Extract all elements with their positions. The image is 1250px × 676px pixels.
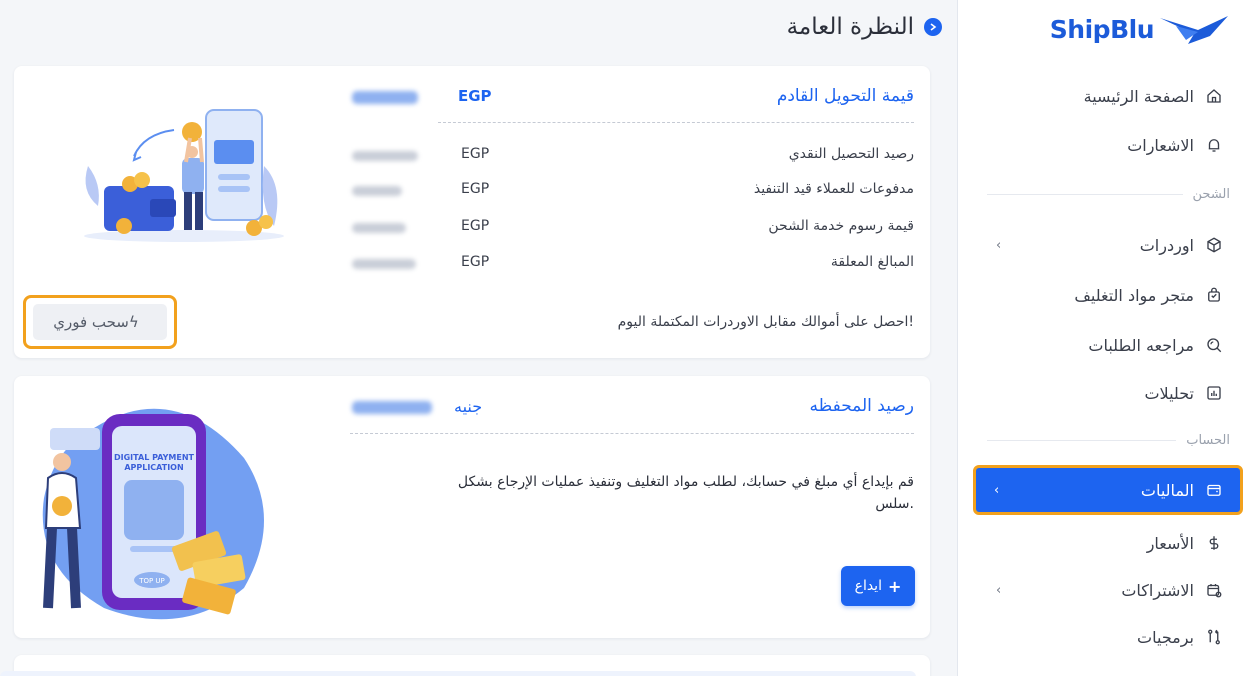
divider	[987, 440, 1177, 441]
row-value	[352, 151, 418, 161]
instant-withdraw-hint: احصل على أموالك مقابل الاوردرات المكتملة…	[617, 314, 914, 330]
row-label: مدفوعات للعملاء قيد التنفيذ	[753, 181, 914, 197]
row-currency: EGP	[461, 218, 490, 234]
card-title: رصيد المحفظه	[809, 396, 914, 416]
section-account: الحساب	[987, 433, 1230, 448]
wallet-illustration: DIGITAL PAYMENT APPLICATION TOP UP	[42, 408, 264, 620]
sidebar-item-label: الماليات	[1140, 480, 1194, 500]
sidebar-item-label: برمجيات	[1137, 627, 1194, 647]
phone-text: APPLICATION	[124, 463, 183, 472]
home-icon	[1204, 86, 1224, 106]
wallet-balance-card: رصيد المحفظه جنيه قم بإيداع أي مبلغ في ح…	[14, 376, 930, 638]
search-review-icon	[1204, 335, 1224, 355]
divider	[438, 122, 914, 123]
instant-withdraw-button[interactable]: ϟ سحب فوري	[23, 295, 177, 349]
cash-illustration	[84, 109, 284, 242]
divider	[987, 194, 1183, 195]
calendar-icon	[1204, 580, 1224, 600]
sidebar-item-label: متجر مواد التغليف	[1074, 285, 1194, 305]
row-label: قيمة رسوم خدمة الشحن	[768, 218, 914, 234]
collapse-sidebar-button[interactable]	[924, 18, 942, 36]
sidebar-item-home[interactable]: الصفحة الرئيسية	[978, 76, 1238, 116]
chevron-left-icon: ‹	[996, 582, 1002, 598]
top-up-label: TOP UP	[138, 577, 165, 585]
sidebar-item-label: الاشعارات	[1127, 135, 1194, 155]
page-title: النظرة العامة	[786, 14, 914, 40]
lightning-icon: ϟ	[128, 313, 139, 331]
row-currency: EGP	[461, 254, 490, 270]
sidebar: ShipBlu الصفحة الرئيسية الاشعارات الشحن …	[957, 0, 1250, 676]
deposit-button[interactable]: + ايداع	[841, 566, 915, 606]
shopping-bag-icon	[1204, 285, 1224, 305]
bird-logo-icon	[1160, 16, 1228, 44]
row-value	[352, 259, 416, 269]
partial-card	[0, 655, 930, 676]
info-bar	[0, 671, 916, 676]
sidebar-item-label: الاشتراكات	[1121, 580, 1194, 600]
sidebar-item-label: الصفحة الرئيسية	[1083, 86, 1194, 106]
row-value	[352, 223, 406, 233]
sidebar-item-finances[interactable]: الماليات ‹	[973, 465, 1243, 515]
sidebar-item-label: تحليلات	[1144, 383, 1194, 403]
chevron-right-icon	[930, 23, 937, 31]
phone-text: DIGITAL PAYMENT	[114, 453, 195, 462]
chevron-left-icon: ‹	[996, 237, 1002, 253]
shipblu-logo[interactable]: ShipBlu	[1050, 10, 1230, 48]
next-transfer-value	[352, 91, 418, 104]
wallet-icon	[1204, 480, 1224, 500]
sidebar-item-subscriptions[interactable]: الاشتراكات ‹	[978, 570, 1238, 610]
page-header: النظرة العامة	[787, 14, 942, 40]
sidebar-item-pricing[interactable]: الأسعار	[978, 523, 1238, 563]
sidebar-item-developers[interactable]: برمجيات	[978, 617, 1238, 657]
cash-transfer-card: قيمة التحويل القادم EGP رصيد التحصيل الن…	[14, 66, 930, 358]
api-icon	[1204, 627, 1224, 647]
dollar-icon	[1204, 533, 1224, 553]
sidebar-item-order-review[interactable]: مراجعه الطلبات	[978, 325, 1238, 365]
section-shipping: الشحن	[987, 187, 1230, 202]
sidebar-item-orders[interactable]: اوردرات ‹	[978, 225, 1238, 265]
sidebar-item-label: اوردرات	[1139, 235, 1194, 255]
currency-label: EGP	[458, 87, 492, 105]
sidebar-item-analytics[interactable]: تحليلات	[978, 373, 1238, 413]
card-title: قيمة التحويل القادم	[776, 86, 914, 106]
wallet-balance-value	[352, 401, 432, 414]
instant-withdraw-label: سحب فوري	[53, 313, 129, 331]
row-label: رصيد التحصيل النقدي	[788, 146, 914, 162]
divider	[350, 433, 914, 434]
chevron-left-icon: ‹	[994, 482, 1000, 498]
sidebar-item-packaging-store[interactable]: متجر مواد التغليف	[978, 275, 1238, 315]
brand-name: ShipBlu	[1049, 14, 1155, 44]
row-value	[352, 186, 402, 196]
wallet-description: قم بإيداع أي مبلغ في حسابك، لطلب مواد ال…	[457, 474, 914, 512]
chart-icon	[1204, 383, 1224, 403]
sidebar-item-label: الأسعار	[1146, 533, 1194, 553]
plus-icon: +	[887, 576, 902, 596]
bell-icon	[1204, 135, 1224, 155]
deposit-label: ايداع	[854, 578, 882, 594]
row-currency: EGP	[461, 181, 490, 197]
row-currency: EGP	[461, 146, 490, 162]
sidebar-item-label: مراجعه الطلبات	[1088, 335, 1194, 355]
row-label: المبالغ المعلقة	[830, 254, 914, 270]
currency-label: جنيه	[454, 397, 483, 416]
box-icon	[1204, 235, 1224, 255]
sidebar-item-notifications[interactable]: الاشعارات	[978, 125, 1238, 165]
